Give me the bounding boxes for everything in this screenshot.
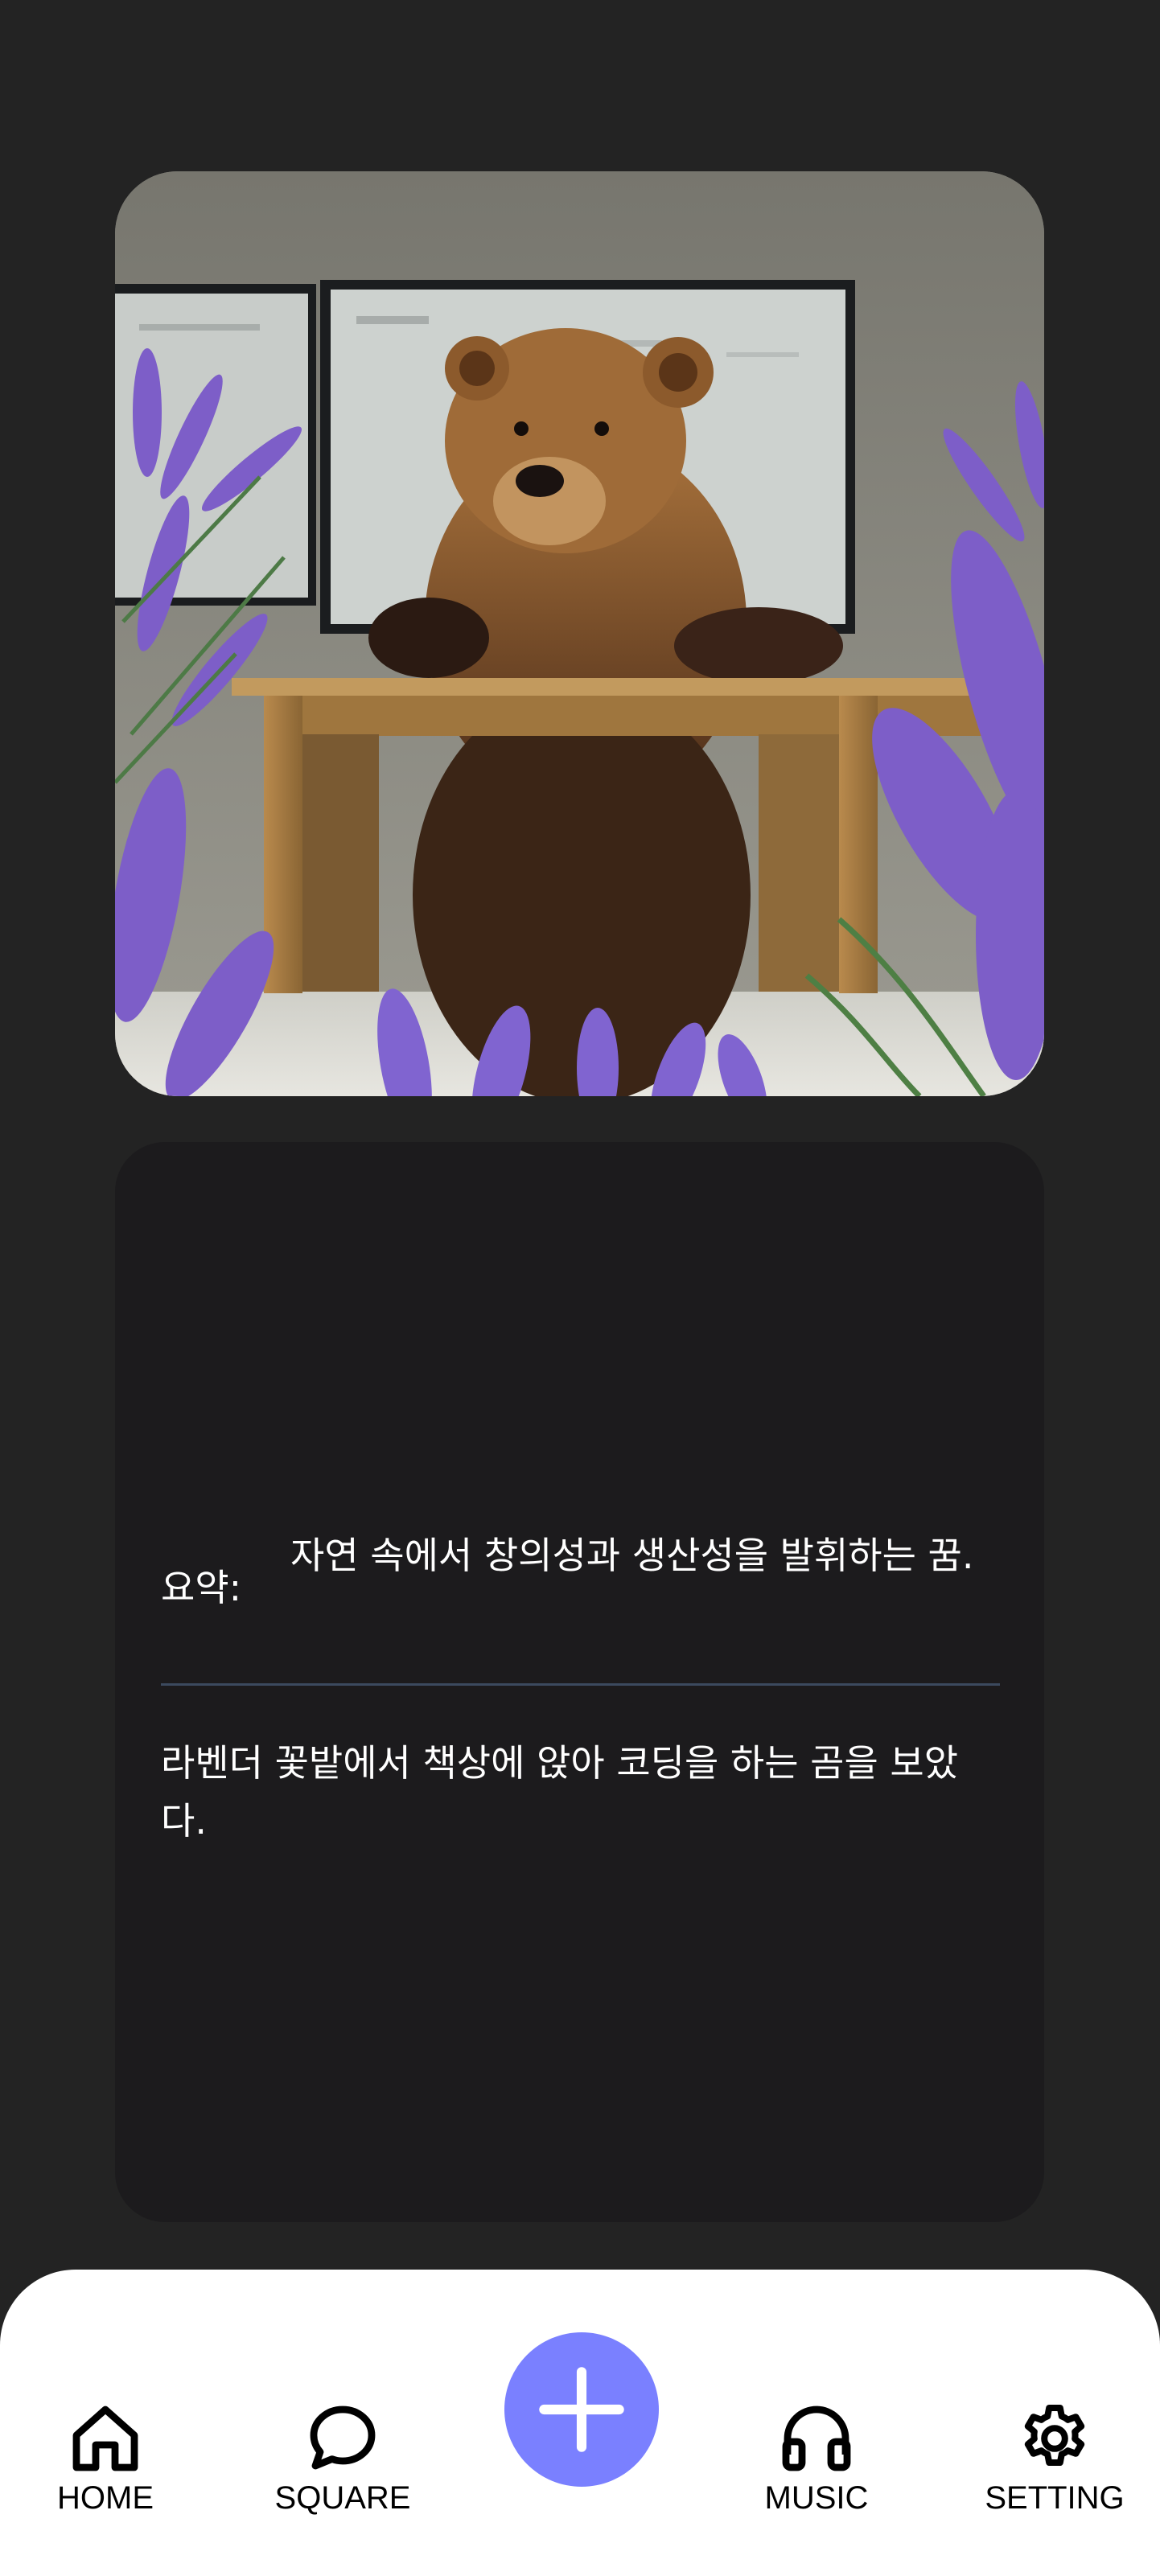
dream-image [115, 171, 1044, 1096]
nav-music-label: MUSIC [764, 2480, 869, 2516]
dream-content: 라벤더 꽃밭에서 책상에 앉아 코딩을 하는 곰을 보았다. [161, 1741, 959, 1843]
add-dream-button[interactable] [504, 2332, 659, 2487]
headphones-icon [782, 2405, 851, 2471]
summary-text: 자연 속에서 창의성과 생산성을 발휘하는 꿈. [290, 1534, 974, 1577]
nav-setting[interactable]: SETTING [974, 2400, 1135, 2516]
nav-music[interactable]: MUSIC [736, 2400, 897, 2516]
nav-home[interactable]: HOME [25, 2400, 186, 2516]
nav-square[interactable]: SQUARE [262, 2400, 423, 2516]
home-icon [72, 2405, 138, 2471]
bottom-nav: HOME SQUARE MUSIC SETTING [0, 2270, 1160, 2576]
chat-bubble-icon [310, 2405, 376, 2470]
plus-icon [539, 2367, 624, 2452]
dream-text-card: 요약: 자연 속에서 창의성과 생산성을 발휘하는 꿈. 라벤더 꽃밭에서 책상… [115, 1142, 1044, 2222]
nav-home-label: HOME [57, 2480, 154, 2516]
divider [161, 1683, 1000, 1686]
dream-illustration [115, 171, 1044, 1096]
nav-setting-label: SETTING [985, 2480, 1125, 2516]
summary-label: 요약: [161, 1566, 242, 1609]
gear-icon [1024, 2405, 1085, 2466]
nav-square-label: SQUARE [274, 2480, 411, 2516]
